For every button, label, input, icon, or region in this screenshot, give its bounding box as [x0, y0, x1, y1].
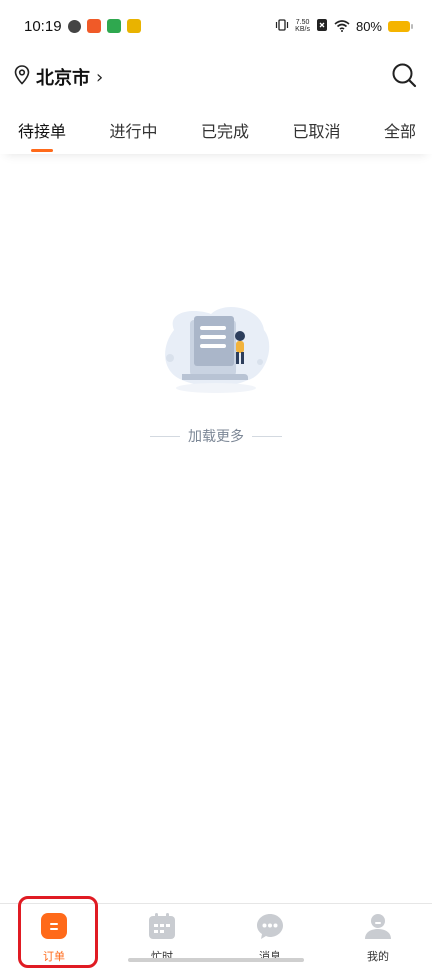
nav-label: 我的 [367, 951, 389, 963]
load-more[interactable]: 加载更多 [0, 425, 432, 447]
tab-label: 待接单 [18, 124, 67, 141]
net-speed-unit: KB/s [295, 26, 310, 33]
divider-left [150, 435, 180, 437]
message-icon [256, 912, 284, 944]
nav-item-orders[interactable]: 订单 [0, 904, 108, 964]
status-bar: 10:19 7.50 KB/s 80% [0, 0, 432, 52]
nav-item-busy-time[interactable]: 忙时 [108, 904, 216, 964]
tab-label: 已取消 [292, 124, 341, 141]
no-sim-icon [316, 17, 328, 36]
active-tab-indicator [31, 149, 53, 152]
search-button[interactable] [390, 63, 418, 91]
empty-state: 加载更多 [0, 290, 432, 460]
bottom-nav: 订单 忙时 消息 我的 [0, 903, 432, 965]
net-speed-value: 7.50 [295, 19, 310, 26]
battery-icon [388, 20, 413, 32]
search-icon [391, 62, 417, 92]
notification-app-icon-4 [126, 19, 141, 33]
status-left: 10:19 [24, 18, 141, 35]
vibrate-icon [275, 17, 289, 36]
wifi-icon [334, 17, 350, 36]
divider-right [252, 435, 282, 437]
battery-percent: 80% [355, 18, 382, 34]
nav-item-messages[interactable]: 消息 [216, 904, 324, 964]
location-pin-icon [14, 65, 30, 89]
load-more-text: 加载更多 [188, 428, 244, 444]
status-time: 10:19 [24, 17, 62, 35]
calendar-icon [148, 912, 176, 944]
status-right: 7.50 KB/s 80% [275, 17, 413, 36]
notification-app-icon-3 [106, 19, 121, 33]
tab-in-progress[interactable]: 进行中 [109, 110, 157, 154]
chevron-right-icon: › [96, 66, 104, 88]
tab-label: 已完成 [200, 124, 249, 141]
nav-label: 订单 [43, 951, 65, 963]
tab-all[interactable]: 全部 [384, 110, 416, 154]
order-status-tabs: 待接单 进行中 已完成 已取消 全部 [0, 110, 432, 154]
order-icon [40, 912, 68, 944]
city-name: 北京市 [36, 68, 90, 88]
notification-app-icon-2 [86, 19, 101, 33]
home-indicator[interactable] [128, 958, 304, 962]
tab-pending[interactable]: 待接单 [18, 110, 66, 154]
empty-document-illustration [156, 300, 276, 410]
city-selector[interactable]: 北京市 › [14, 64, 103, 90]
tab-cancelled[interactable]: 已取消 [292, 110, 340, 154]
tab-label: 进行中 [109, 124, 158, 141]
nav-item-profile[interactable]: 我的 [324, 904, 432, 964]
header: 北京市 › [0, 52, 432, 102]
tab-label: 全部 [383, 124, 416, 141]
notification-app-icon-1 [67, 19, 81, 33]
tab-completed[interactable]: 已完成 [201, 110, 249, 154]
profile-icon [364, 912, 392, 944]
net-speed: 7.50 KB/s [295, 19, 310, 33]
